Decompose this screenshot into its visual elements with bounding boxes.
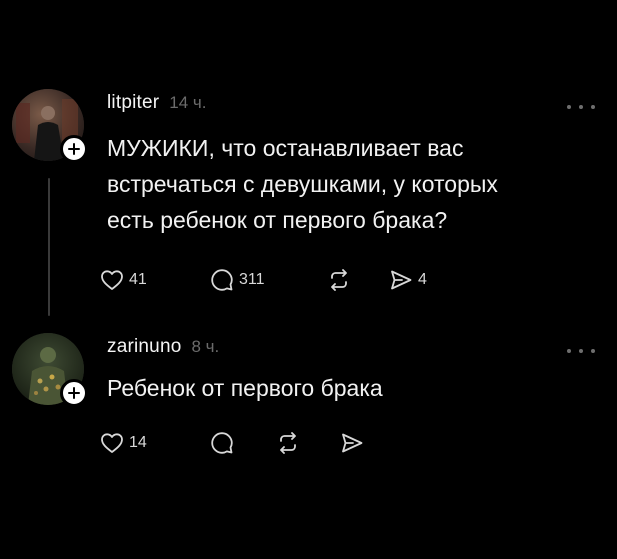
comment-icon (211, 432, 233, 454)
heart-icon (101, 433, 123, 453)
repost-icon (280, 432, 296, 454)
timestamp: 8 ч. (191, 337, 220, 356)
share-button[interactable] (340, 432, 369, 454)
like-count: 14 (129, 434, 147, 451)
more-horizontal-icon (567, 349, 571, 353)
post-2-header: zarinuno 8 ч. (107, 336, 219, 358)
post-2-text: Ребенок от первого брака (107, 370, 577, 406)
post-2-avatar-wrap[interactable] (12, 333, 88, 407)
like-button[interactable]: 14 (100, 432, 210, 454)
post-2-actions: 14 (100, 428, 369, 458)
follow-button[interactable] (60, 379, 88, 407)
comment-button[interactable] (210, 431, 276, 455)
username[interactable]: zarinuno (107, 336, 181, 358)
post-2: zarinuno 8 ч. Ребенок от первого брака 1… (0, 0, 617, 559)
repost-button[interactable] (276, 432, 340, 454)
post-text-line: Ребенок от первого брака (107, 375, 383, 401)
send-icon (342, 433, 363, 453)
plus-icon (68, 387, 80, 399)
more-options-button[interactable] (567, 344, 595, 358)
